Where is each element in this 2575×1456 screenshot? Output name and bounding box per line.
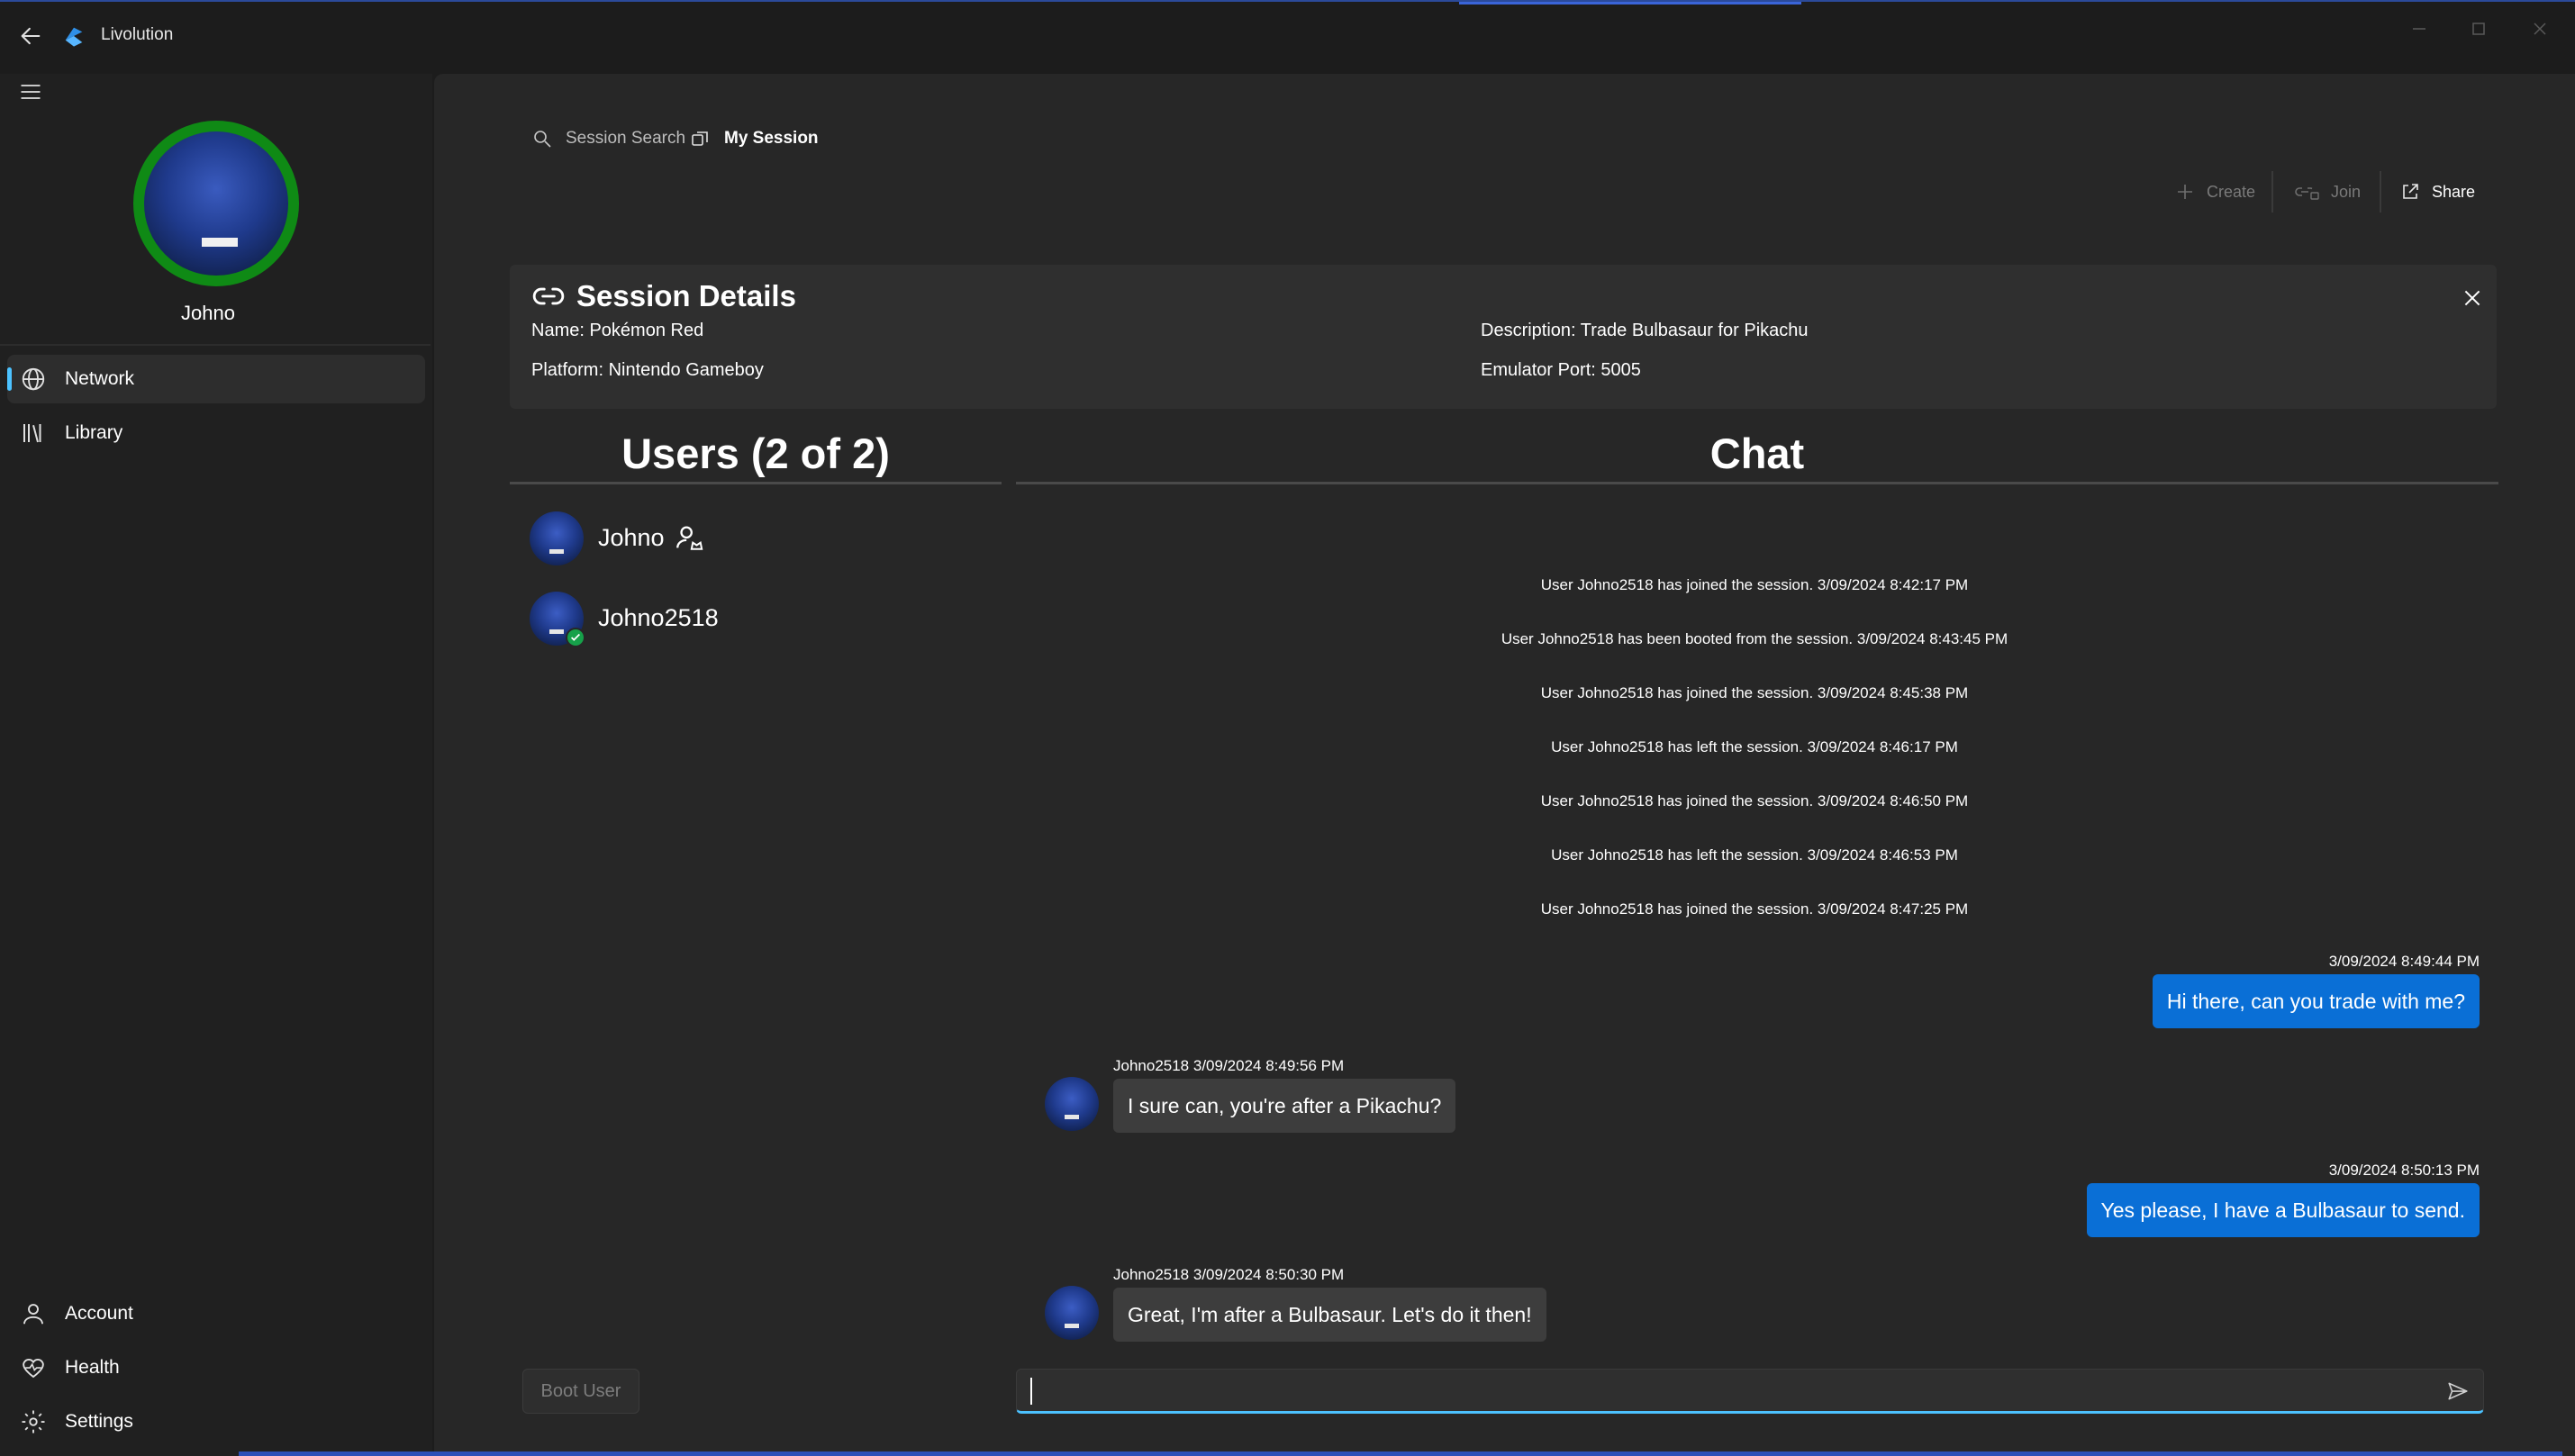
tab-my-session[interactable]: My Session	[690, 124, 819, 153]
sidebar-item-settings[interactable]: Settings	[7, 1397, 425, 1446]
app-window: Livolution Johno Network Library Account…	[0, 0, 2575, 1456]
session-description: Description: Trade Bulbasaur for Pikachu	[1481, 321, 1809, 340]
share-icon	[2403, 184, 2418, 199]
avatar-plate	[202, 238, 238, 247]
sidebar-item-label: Account	[65, 1303, 133, 1324]
chat-bubble-outgoing: Yes please, I have a Bulbasaur to send.	[2086, 1183, 2480, 1237]
chat-system-message: User Johno2518 has left the session. 3/0…	[1551, 738, 1958, 755]
tab-label: Session Search	[566, 129, 686, 148]
users-header: Users (2 of 2)	[621, 430, 890, 477]
app-logo-icon	[65, 27, 83, 47]
chat-bubble-incoming: I sure can, you're after a Pikachu?	[1113, 1079, 1456, 1133]
chat-system-message: User Johno2518 has joined the session. 3…	[1540, 900, 1969, 918]
close-icon[interactable]	[2461, 286, 2484, 310]
link-lock-icon	[2295, 187, 2319, 200]
avatar	[1045, 1077, 1099, 1131]
chat-message-timestamp: 3/09/2024 8:49:44 PM	[2328, 953, 2480, 970]
chat-system-message: User Johno2518 has joined the session. 3…	[1540, 792, 1969, 809]
app-title: Livolution	[101, 25, 174, 44]
sidebar-item-label: Settings	[65, 1411, 133, 1432]
sidebar-item-network[interactable]: Network	[7, 355, 425, 403]
users-header-rule	[510, 482, 1002, 484]
join-button[interactable]: Join	[2293, 176, 2361, 208]
chat-bubble-outgoing: Hi there, can you trade with me?	[2152, 974, 2480, 1028]
sidebar-item-account[interactable]: Account	[7, 1289, 425, 1338]
sidebar-item-label: Health	[65, 1357, 120, 1378]
chat-bubble-incoming: Great, I'm after a Bulbasaur. Let's do i…	[1113, 1288, 1546, 1342]
session-icon	[692, 131, 708, 146]
user-name: Johno	[598, 524, 665, 551]
globe-icon	[22, 367, 45, 391]
session-name: Name: Pokémon Red	[531, 321, 704, 340]
user-row-johno2518[interactable]: Johno2518	[530, 592, 980, 647]
share-button-label: Share	[2432, 182, 2476, 201]
gear-icon	[22, 1410, 45, 1433]
session-platform: Platform: Nintendo Gameboy	[531, 360, 764, 380]
boot-user-button[interactable]: Boot User	[522, 1369, 639, 1414]
chat-message-meta: Johno2518 3/09/2024 8:50:30 PM	[1113, 1266, 1345, 1283]
create-button-label: Create	[2207, 182, 2256, 201]
maximize-icon[interactable]	[2461, 11, 2497, 47]
profile-username: Johno	[181, 302, 235, 324]
join-button-label: Join	[2331, 182, 2362, 201]
toolbar-separator	[2271, 171, 2273, 213]
profile-avatar[interactable]	[133, 121, 299, 286]
library-icon	[23, 424, 41, 443]
tab-label: My Session	[724, 129, 819, 148]
minimize-icon[interactable]	[2401, 11, 2437, 47]
session-details-title: Session Details	[576, 279, 796, 312]
sidebar-divider	[0, 344, 431, 346]
text-caret	[1030, 1378, 1032, 1405]
back-arrow-icon[interactable]	[18, 23, 43, 49]
sidebar-item-health[interactable]: Health	[7, 1343, 425, 1392]
plus-icon	[2178, 185, 2192, 199]
chat-system-message: User Johno2518 has left the session. 3/0…	[1551, 846, 1958, 864]
chat-header-rule	[1016, 482, 2498, 484]
create-button[interactable]: Create	[2174, 176, 2255, 208]
title-bar: Livolution	[0, 2, 2575, 74]
toolbar-separator	[2380, 171, 2381, 213]
host-crown-person-icon	[676, 526, 703, 550]
user-row-johno[interactable]: Johno	[530, 511, 980, 567]
connected-check-icon	[566, 628, 585, 647]
sidebar-item-library[interactable]: Library	[7, 409, 425, 457]
tab-session-search[interactable]: Session Search	[531, 124, 685, 153]
avatar	[530, 511, 584, 565]
heart-pulse-icon	[23, 1359, 44, 1379]
user-name: Johno2518	[598, 604, 719, 631]
chat-system-message: User Johno2518 has joined the session. 3…	[1540, 576, 1969, 593]
chat-header: Chat	[1709, 430, 1805, 477]
share-button[interactable]: Share	[2399, 176, 2475, 208]
chat-system-message: User Johno2518 has been booted from the …	[1501, 630, 2008, 647]
link-icon	[532, 287, 565, 305]
sidebar-item-label: Network	[65, 368, 135, 389]
chat-system-message: User Johno2518 has joined the session. 3…	[1540, 684, 1969, 701]
chat-message-timestamp: 3/09/2024 8:50:13 PM	[2328, 1162, 2480, 1179]
search-icon	[534, 131, 551, 148]
chat-message-input[interactable]	[1016, 1369, 2484, 1414]
person-icon	[23, 1304, 43, 1325]
close-window-icon[interactable]	[2522, 11, 2558, 47]
hamburger-menu-icon[interactable]	[18, 79, 43, 104]
send-icon[interactable]	[2446, 1379, 2470, 1403]
chat-message-meta: Johno2518 3/09/2024 8:49:56 PM	[1113, 1057, 1345, 1074]
sidebar-item-label: Library	[65, 422, 123, 443]
avatar	[1045, 1286, 1099, 1340]
session-port: Emulator Port: 5005	[1481, 360, 1641, 380]
session-details-panel: Session Details Name: Pokémon Red Platfo…	[510, 265, 2497, 409]
